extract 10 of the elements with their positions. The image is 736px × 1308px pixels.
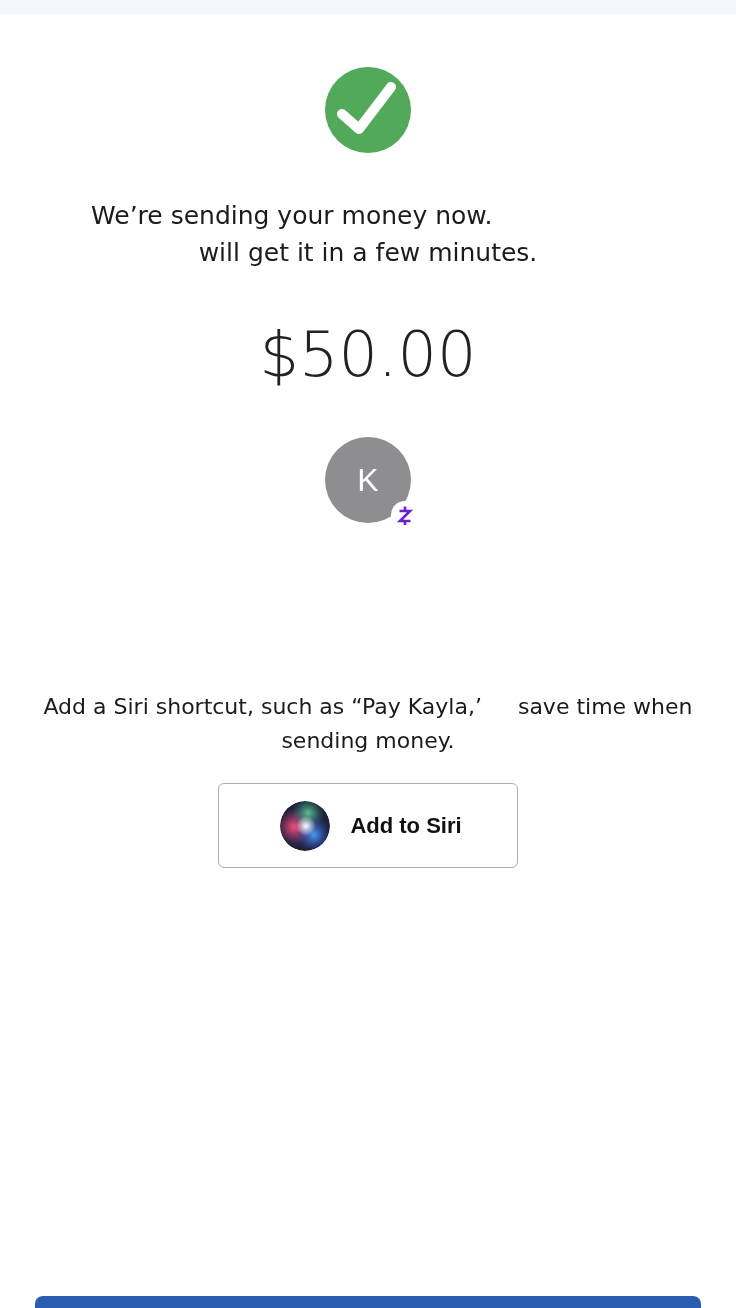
prompt-text: save time when: [517, 693, 693, 721]
avatar: K: [325, 437, 411, 523]
amount-text: $50.00: [259, 319, 477, 391]
prompt-text: Add a Siri shortcut, such as “Pay Kayla,’: [43, 693, 482, 721]
primary-button[interactable]: [35, 1296, 701, 1308]
add-to-siri-button[interactable]: Add to Siri: [218, 783, 518, 868]
message-text: will get it in a few minutes.: [198, 237, 538, 268]
message-text: We’re sending your money now.: [91, 200, 493, 231]
siri-orb-icon: [280, 800, 331, 851]
prompt-text: sending money.: [281, 727, 455, 755]
